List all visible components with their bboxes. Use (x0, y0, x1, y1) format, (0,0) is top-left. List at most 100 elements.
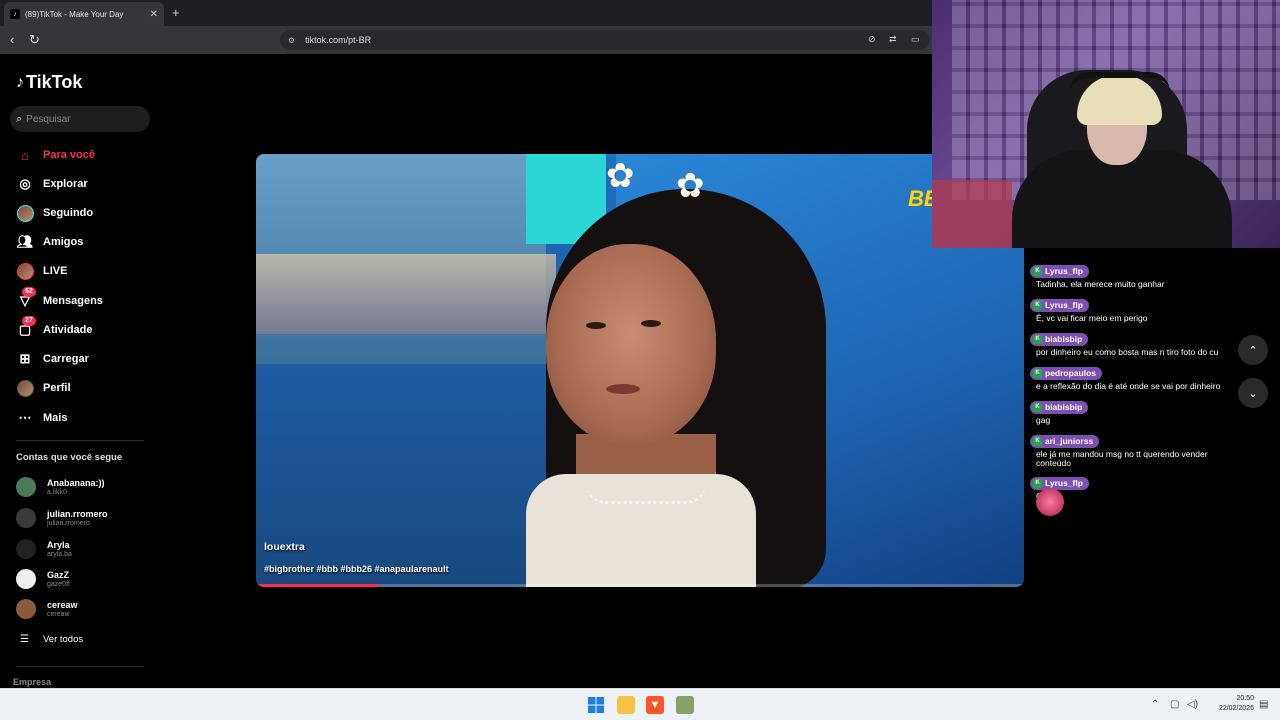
chat-username: Kpedropaulos (1030, 366, 1103, 380)
sidebar-divider (16, 666, 144, 667)
avatar (16, 539, 36, 559)
chat-text: ele já me mandou msg no tt querendo vend… (1036, 448, 1208, 468)
see-all-link[interactable]: ☰ Ver todos (20, 634, 83, 645)
account-handle: a.likk0 (47, 488, 67, 496)
profile-avatar-icon (16, 379, 34, 397)
nav-messages[interactable]: ▽ 62 Mensagens (16, 287, 103, 311)
new-tab-button[interactable]: + (172, 5, 180, 20)
activity-badge: 27 (22, 316, 36, 326)
no-tracking-icon[interactable]: ⊘ (868, 34, 876, 45)
followed-account[interactable]: GazZ gaze0ff (16, 569, 70, 589)
cast-icon[interactable]: ▭ (911, 34, 920, 45)
home-icon: ⌂ (21, 147, 29, 163)
account-name: GazZ (47, 569, 70, 580)
upload-icon: ⊞ (19, 351, 31, 366)
tiktok-logo[interactable]: ♪ TikTok (16, 72, 82, 93)
tiktok-note-icon: ♪ (16, 73, 24, 91)
brave-browser-icon[interactable]: ▼ (646, 696, 664, 714)
system-clock[interactable]: 20:50 22/02/2026 (1206, 694, 1254, 714)
followed-account[interactable]: cereaw cereaw (16, 599, 78, 619)
following-avatar-icon (16, 204, 34, 222)
video-hashtags[interactable]: #bigbrother #bbb #bbb26 #anapaularenault (264, 564, 449, 574)
video-table-scene (256, 254, 556, 334)
account-name: julian.rromero (47, 508, 108, 519)
chat-message: Kbiabisbip por dinheiro eu como bosta ma… (1030, 327, 1218, 357)
notification-icon[interactable]: ▤ (1259, 699, 1268, 710)
back-icon[interactable]: ‹ (10, 32, 14, 47)
nav-profile[interactable]: Perfil (16, 378, 71, 398)
translate-icon[interactable]: ⇄ (889, 34, 897, 45)
compass-icon: ◎ (19, 176, 31, 191)
app-icon[interactable] (676, 696, 694, 714)
account-name: Aryla (47, 539, 70, 550)
chat-text: gag (1036, 414, 1051, 425)
windows-taskbar: ▼ ⌃ ▢ ◁) 20:50 22/02/2026 ▤ (0, 688, 1280, 720)
followed-account[interactable]: Anabanana:)) a.likk0 (16, 477, 105, 497)
tiktok-favicon-icon: ♪ (10, 9, 20, 19)
nav-label: Mensagens (43, 295, 103, 307)
windows-start-icon[interactable] (587, 696, 605, 714)
see-all-label: Ver todos (42, 634, 84, 645)
nav-label: LIVE (43, 265, 68, 277)
kick-badge-icon: K (1033, 436, 1042, 446)
sidebar-divider (16, 440, 144, 441)
chat-username: Kbiabisbip (1030, 332, 1089, 346)
site-info-icon[interactable]: ⚙ (288, 36, 295, 45)
nav-more[interactable]: ⋯ Mais (16, 408, 68, 428)
nav-label: Mais (43, 412, 68, 424)
logo-text: TikTok (26, 72, 83, 92)
video-player[interactable]: BE ✿ ✿ louextra #bigbrother #bbb #bbb26 … (256, 154, 1024, 587)
account-handle: julian.rromero (47, 519, 90, 527)
browser-tab[interactable]: ♪ (89)TikTok - Make Your Day ✕ (4, 2, 164, 26)
search-icon: ⌕ (16, 112, 23, 125)
nav-label: Amigos (43, 236, 84, 248)
chevron-up-icon: ⌃ (1248, 344, 1258, 357)
sidebar: ♪ TikTok ⌕ Pesquisar ⌂ Para você ◎ Explo… (0, 54, 160, 688)
chat-username: Kbiabisbip (1030, 400, 1089, 414)
video-progress-bar[interactable] (256, 584, 1024, 587)
following-accounts-title: Contas que você segue (16, 452, 123, 463)
avatar (16, 569, 36, 589)
chat-username: K Lyrus_flp (1030, 476, 1089, 490)
friends-icon: 👥︎ (16, 234, 34, 249)
followed-account[interactable]: julian.rromero julian.rromero (16, 508, 108, 528)
chat-username: Kari_juniorss (1030, 434, 1100, 448)
file-explorer-icon[interactable] (617, 696, 635, 714)
video-author[interactable]: louextra (264, 541, 305, 553)
reload-icon[interactable]: ↻ (29, 32, 40, 48)
video-progress-fill (256, 584, 379, 587)
nav-live[interactable]: LIVE (16, 261, 67, 281)
nav-activity[interactable]: ▢ 27 Atividade (16, 316, 93, 340)
chevron-up-icon[interactable]: ⌃ (1151, 699, 1159, 710)
clock-time: 20:50 (1236, 695, 1254, 702)
messages-badge: 62 (22, 287, 36, 297)
search-input[interactable]: ⌕ Pesquisar (10, 106, 150, 132)
avatar (16, 599, 36, 619)
chat-text: e a reflexão do dia é até onde se vai po… (1036, 380, 1221, 391)
nav-label: Seguindo (43, 207, 94, 219)
network-icon[interactable]: ▢ (1170, 699, 1179, 710)
close-tab-icon[interactable]: ✕ (150, 9, 158, 20)
tab-title: (89)TikTok - Make Your Day (25, 9, 124, 19)
nav-for-you[interactable]: ⌂ Para você (16, 145, 95, 165)
chat-text: por dinheiro eu como bosta mas n tiro fo… (1036, 346, 1219, 357)
nav-following[interactable]: Seguindo (16, 203, 93, 223)
address-bar[interactable]: ⚙ tiktok.com/pt-BR (280, 30, 930, 50)
followed-account[interactable]: Aryla aryla.ba (16, 539, 72, 559)
chat-username: K Lyrus_flp (1030, 298, 1089, 312)
next-video-button[interactable]: ⌄ (1238, 378, 1268, 408)
nav-upload[interactable]: ⊞ Carregar (16, 349, 89, 369)
footer-company-link[interactable]: Empresa (13, 677, 51, 687)
nav-label: Perfil (43, 382, 71, 394)
previous-video-button[interactable]: ⌃ (1238, 335, 1268, 365)
account-handle: gaze0ff (47, 580, 70, 588)
avatar (16, 477, 36, 497)
volume-icon[interactable]: ◁) (1187, 699, 1198, 710)
chat-message: K Lyrus_flp É, vc vai ficar meio em perig… (1030, 293, 1147, 323)
nav-label: Atividade (43, 324, 93, 336)
kick-badge-icon: K (1033, 266, 1042, 276)
nav-friends[interactable]: 👥︎ Amigos (16, 232, 84, 252)
kick-badge-icon: K (1033, 478, 1042, 488)
account-name: cereaw (47, 599, 78, 610)
nav-explore[interactable]: ◎ Explorar (16, 174, 87, 194)
